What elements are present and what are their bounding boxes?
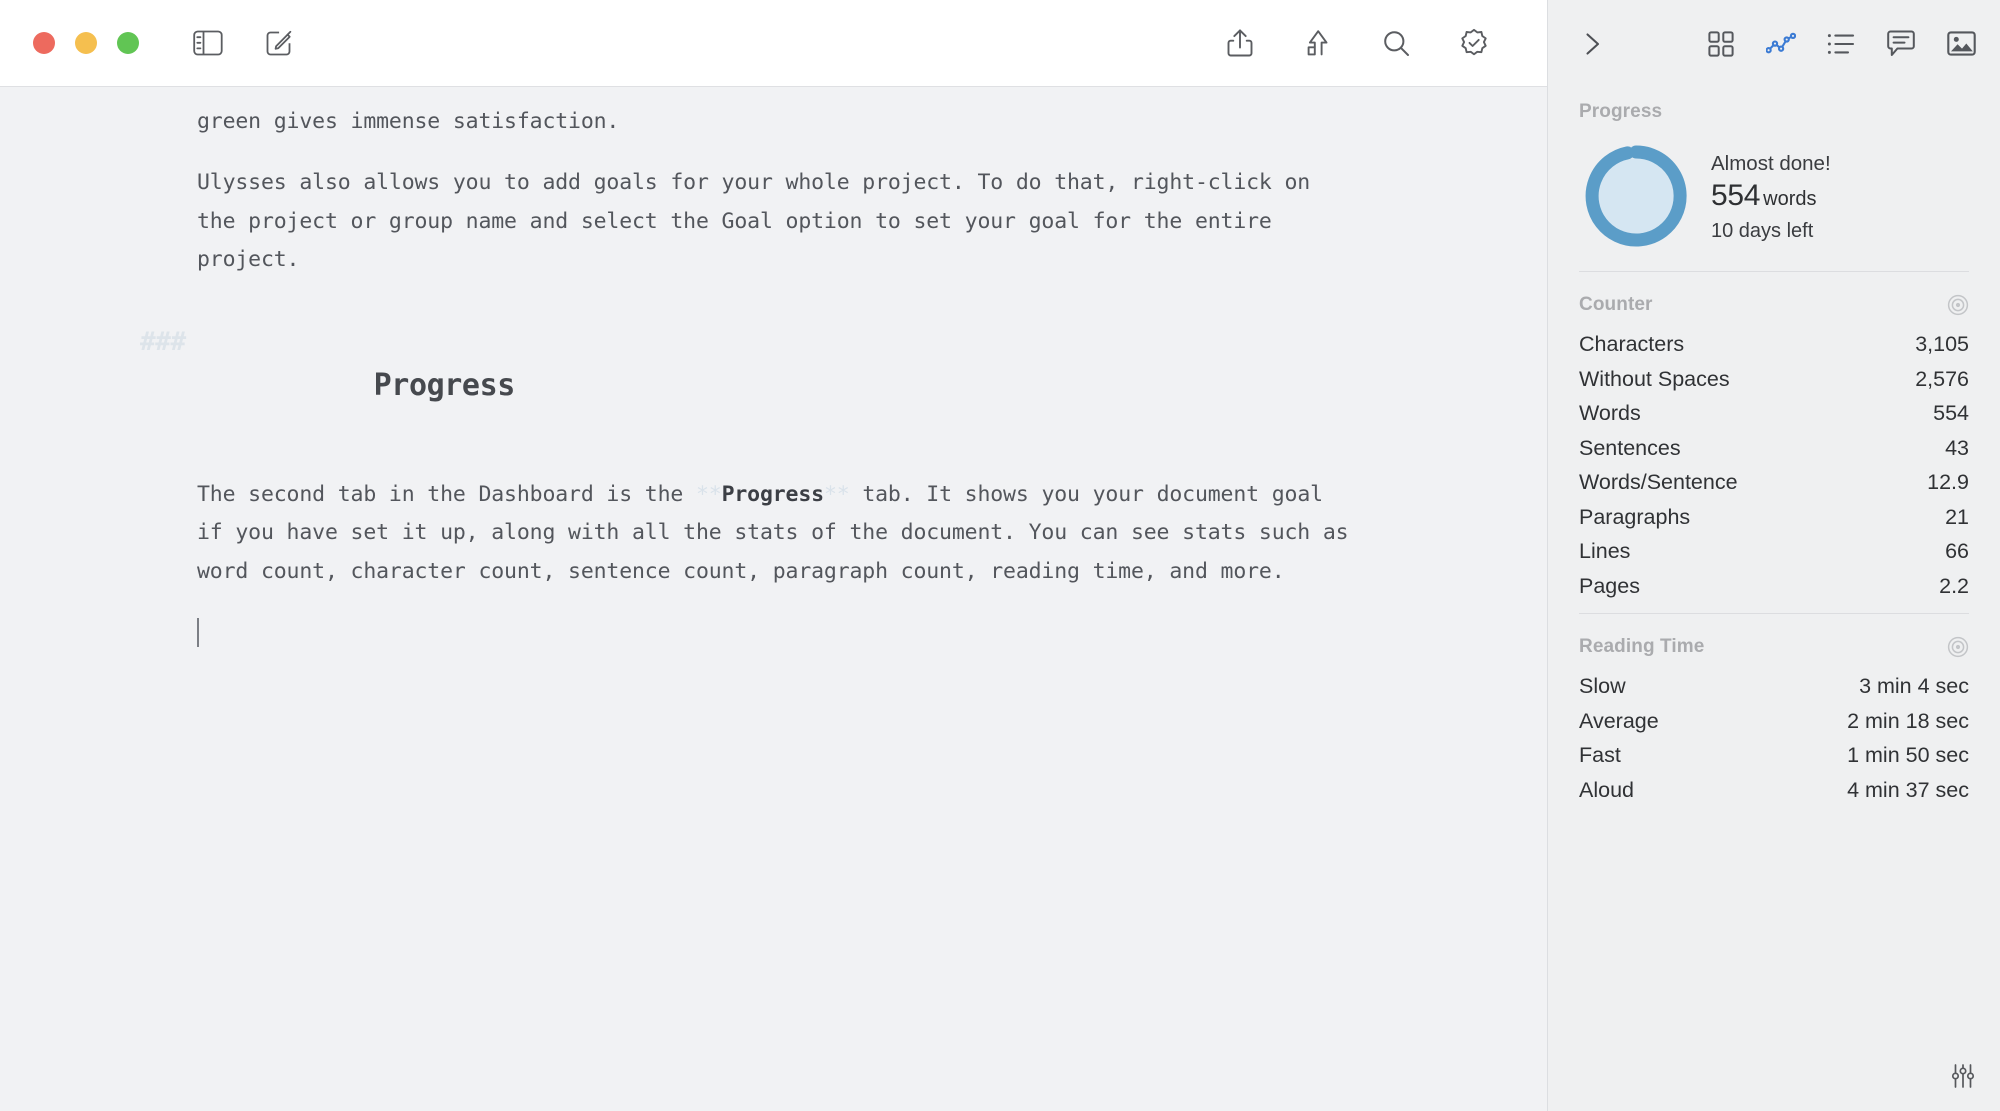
editor-toolbar	[0, 0, 1547, 87]
table-row: Aloud 4 min 37 sec	[1579, 773, 1969, 808]
export-icon[interactable]	[1301, 26, 1335, 60]
table-row: Words 554	[1579, 396, 1969, 431]
progress-section-header: Progress	[1579, 87, 1969, 127]
paragraph[interactable]: Ulysses also allows you to add goals for…	[197, 164, 1360, 279]
ulysses-window: green gives immense satisfaction. Ulysse…	[0, 0, 2000, 1111]
stat-value: 2 min 18 sec	[1847, 708, 1969, 733]
target-icon[interactable]	[1947, 636, 1969, 658]
section-heading[interactable]: ### Progress	[140, 320, 1360, 452]
stat-label: Pages	[1579, 573, 1640, 598]
stat-label: Without Spaces	[1579, 366, 1730, 391]
stat-value: 12.9	[1927, 470, 1969, 494]
close-button[interactable]	[33, 32, 55, 54]
stat-label: Slow	[1579, 674, 1626, 698]
stat-value: 2,576	[1915, 366, 1969, 391]
table-row: Without Spaces 2,576	[1579, 362, 1969, 397]
table-row: Words/Sentence 12.9	[1579, 465, 1969, 500]
paragraph-text-before: The second tab in the Dashboard is the	[197, 482, 696, 508]
stat-value: 3 min 4 sec	[1859, 674, 1969, 698]
stat-label: Words/Sentence	[1579, 470, 1738, 494]
tab-comments[interactable]	[1884, 27, 1918, 61]
stat-value: 1 min 50 sec	[1847, 743, 1969, 767]
table-row: Characters 3,105	[1579, 327, 1969, 362]
dashboard-panel: Progress Almost done! 554 words 10 days l…	[1547, 0, 2000, 1111]
progress-section-title: Progress	[1579, 101, 1663, 122]
toolbar-right-group	[1223, 26, 1491, 60]
progress-ring	[1583, 143, 1689, 249]
reading-time-stat-list: Slow 3 min 4 sec Average 2 min 18 sec Fa…	[1579, 662, 1969, 817]
compose-icon[interactable]	[262, 26, 296, 60]
table-row: Sentences 43	[1579, 431, 1969, 466]
table-row: Pages 2.2	[1579, 569, 1969, 604]
heading-text: Progress	[373, 368, 516, 404]
progress-word-count: 554	[1711, 178, 1761, 212]
table-row: Slow 3 min 4 sec	[1579, 669, 1969, 704]
progress-text-block: Almost done! 554 words 10 days left	[1711, 148, 1831, 245]
stat-label: Fast	[1579, 743, 1621, 767]
target-icon[interactable]	[1947, 294, 1969, 316]
table-row: Average 2 min 18 sec	[1579, 704, 1969, 739]
stat-value: 2.2	[1939, 573, 1969, 598]
stat-label: Aloud	[1579, 777, 1634, 802]
search-icon[interactable]	[1379, 26, 1413, 60]
zoom-button[interactable]	[117, 32, 139, 54]
stat-value: 66	[1945, 539, 1969, 563]
tab-progress[interactable]	[1764, 27, 1798, 61]
tab-images[interactable]	[1944, 27, 1978, 61]
minimize-button[interactable]	[75, 32, 97, 54]
checkmark-badge-icon[interactable]	[1457, 26, 1491, 60]
share-icon[interactable]	[1223, 26, 1257, 60]
paragraph[interactable]: The second tab in the Dashboard is the *…	[197, 476, 1360, 591]
editor-pane: green gives immense satisfaction. Ulysse…	[0, 0, 1547, 1111]
paragraph[interactable]: green gives immense satisfaction.	[197, 103, 1360, 141]
stat-label: Average	[1579, 708, 1659, 733]
chevron-right-icon[interactable]	[1576, 27, 1610, 61]
markdown-hash-marks: ###	[140, 327, 186, 358]
stat-value: 21	[1945, 504, 1969, 529]
counter-section-header: Counter	[1579, 272, 1969, 320]
stat-value: 43	[1945, 435, 1969, 460]
bold-text: Progress	[721, 482, 825, 508]
toolbar-left-group	[191, 26, 296, 60]
stat-label: Words	[1579, 401, 1641, 425]
table-row: Paragraphs 21	[1579, 500, 1969, 535]
counter-stat-list: Characters 3,105 Without Spaces 2,576 Wo…	[1579, 320, 1969, 613]
tab-outline[interactable]	[1824, 27, 1858, 61]
stat-label: Sentences	[1579, 435, 1681, 460]
dashboard-body: Progress Almost done! 554 words 10 days l…	[1548, 87, 2000, 1111]
text-cursor	[197, 617, 199, 647]
empty-paragraph-with-caret[interactable]	[197, 615, 1360, 653]
dashboard-tabs	[1704, 27, 1978, 61]
counter-section-title: Counter	[1579, 294, 1653, 315]
progress-word-count-line: 554 words	[1711, 178, 1831, 217]
table-row: Fast 1 min 50 sec	[1579, 738, 1969, 773]
stat-label: Characters	[1579, 332, 1685, 356]
progress-status: Almost done!	[1711, 151, 1831, 175]
markdown-bold-open: **	[695, 482, 722, 508]
progress-goal-block[interactable]: Almost done! 554 words 10 days left	[1579, 127, 1969, 271]
reading-time-section-header: Reading Time	[1579, 614, 1969, 662]
stat-label: Paragraphs	[1579, 504, 1691, 529]
reading-time-section-title: Reading Time	[1579, 636, 1705, 657]
stat-value: 4 min 37 sec	[1847, 777, 1969, 802]
document-body[interactable]: green gives immense satisfaction. Ulysse…	[0, 87, 1360, 653]
progress-word-unit: words	[1763, 187, 1817, 210]
sliders-icon[interactable]	[1950, 1063, 1976, 1089]
window-controls	[33, 32, 139, 54]
dashboard-toolbar	[1548, 0, 2000, 87]
markdown-bold-close: **	[823, 482, 850, 508]
stat-value: 554	[1933, 401, 1969, 425]
table-row: Lines 66	[1579, 534, 1969, 569]
progress-days-left: 10 days left	[1711, 219, 1814, 242]
stat-value: 3,105	[1915, 332, 1969, 356]
tab-overview[interactable]	[1704, 27, 1738, 61]
stat-label: Lines	[1579, 539, 1631, 563]
sidebar-toggle-icon[interactable]	[191, 26, 225, 60]
document-scroll-area[interactable]: green gives immense satisfaction. Ulysse…	[0, 87, 1547, 1111]
